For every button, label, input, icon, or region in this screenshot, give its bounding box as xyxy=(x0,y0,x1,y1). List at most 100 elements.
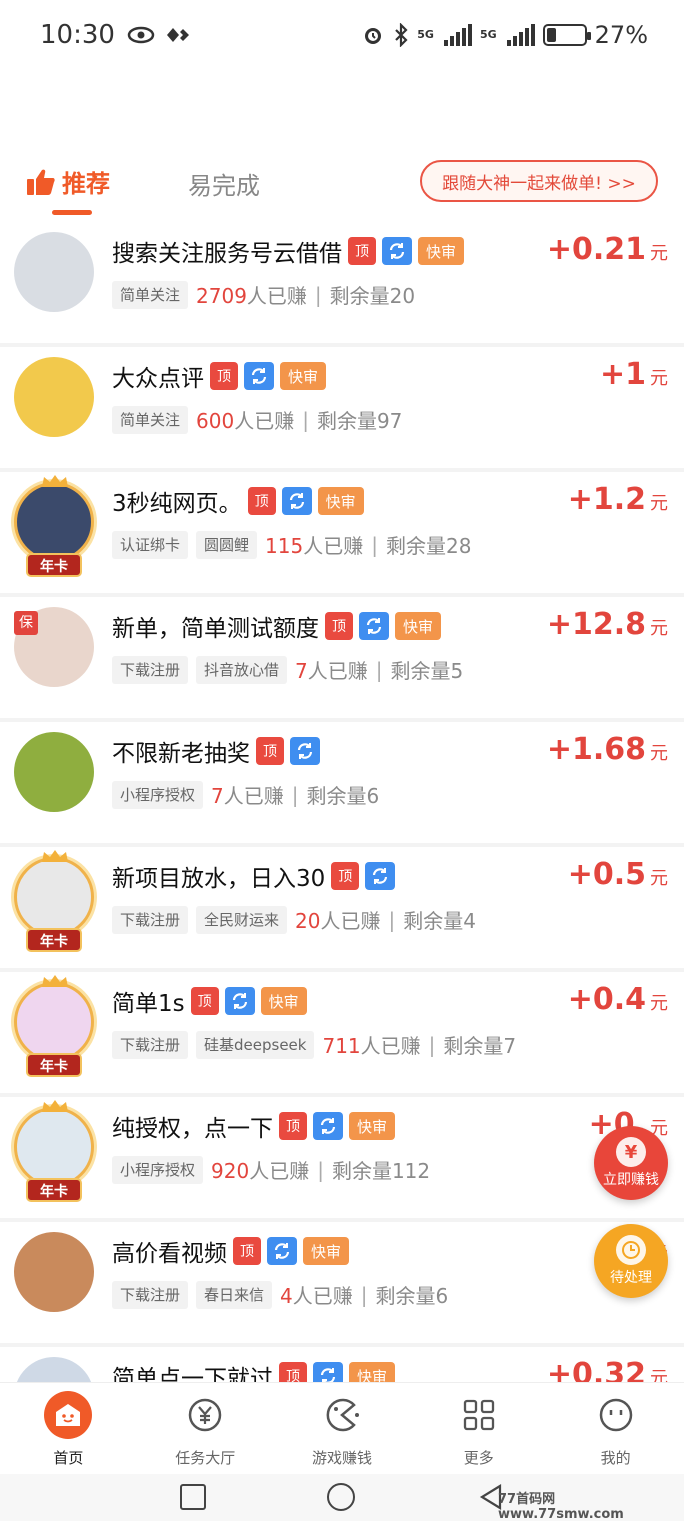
separator: | xyxy=(428,1032,436,1057)
price-value: +0.5 xyxy=(567,857,646,892)
tab-indicator xyxy=(52,210,92,215)
task-tag: 下载注册 xyxy=(112,655,189,684)
task-title: 简单点一下就过 xyxy=(112,1366,273,1382)
task-title: 3秒纯网页。 xyxy=(112,491,242,517)
top-badge: 顶 xyxy=(279,1362,307,1382)
task-title: 大众点评 xyxy=(112,366,204,392)
price-value: +0.32 xyxy=(546,1357,646,1382)
task-price: +0.32 元 xyxy=(547,1357,668,1382)
task-avatar xyxy=(14,1107,94,1187)
earned-number: 4 xyxy=(280,1284,293,1308)
top-badge: 顶 xyxy=(190,987,219,1015)
game-icon xyxy=(318,1391,366,1439)
nav-home[interactable]: 首页 xyxy=(0,1383,137,1474)
eye-icon xyxy=(127,26,155,44)
tab-recommended[interactable]: 推荐 xyxy=(26,164,110,199)
separator: | xyxy=(291,782,299,807)
nav-more-label: 更多 xyxy=(463,1449,494,1467)
earned-suffix: 人已赚 xyxy=(292,1284,353,1308)
task-row[interactable]: 保新单，简单测试额度顶快审 下载注册 抖音放心借 7人已赚 | 剩余量5 +12.8 元 xyxy=(0,597,684,722)
fast-review-badge: 快审 xyxy=(349,1362,396,1382)
task-title-row: 简单1s 顶 快审 xyxy=(112,984,307,1018)
refresh-icon xyxy=(365,862,396,890)
task-row[interactable]: 年卡 纯授权，点一下顶快审 小程序授权 920人已赚 | 剩余量112 +0. 元 xyxy=(0,1097,684,1222)
status-time-group: 10:30 xyxy=(40,20,191,50)
year-card-badge: 年卡 xyxy=(26,553,82,577)
task-row[interactable]: 搜索关注服务号云借借顶快审 简单关注 2709人已赚 | 剩余量20 +0.21 元 xyxy=(0,222,684,347)
task-meta-row: 小程序授权 920人已赚 | 剩余量112 xyxy=(112,1155,430,1184)
earned-suffix: 人已赚 xyxy=(246,284,307,308)
task-meta-row: 小程序授权 7人已赚 | 剩余量6 xyxy=(112,780,379,809)
task-tag: 小程序授权 xyxy=(112,1155,204,1184)
top-badge: 顶 xyxy=(210,362,238,390)
nav-home-label: 首页 xyxy=(53,1449,84,1467)
task-tag: 全民财运来 xyxy=(196,905,288,934)
task-tag: 下载注册 xyxy=(112,1030,189,1059)
task-meta-row: 下载注册 抖音放心借 7人已赚 | 剩余量5 xyxy=(112,655,463,684)
task-title: 搜索关注服务号云借借 xyxy=(112,241,342,267)
task-row[interactable]: 不限新老抽奖顶小程序授权 7人已赚 | 剩余量6 +1.68 元 xyxy=(0,722,684,847)
earned-suffix: 人已赚 xyxy=(234,409,295,433)
price-value: +12.8 xyxy=(546,607,646,642)
task-price: +12.8 元 xyxy=(547,607,668,642)
earned-suffix: 人已赚 xyxy=(360,1034,421,1058)
watermark: 77首码网 www.77smw.com xyxy=(498,1492,624,1522)
task-row[interactable]: 年卡 简单1s 顶快审 下载注册 硅基deepseek 711人已赚 | 剩余量7 +0.4 元 xyxy=(0,972,684,1097)
task-title: 高价看视频 xyxy=(112,1241,227,1267)
price-unit: 元 xyxy=(650,1368,668,1382)
refresh-icon xyxy=(290,737,320,765)
crown-icon xyxy=(42,475,68,487)
earn-now-button[interactable]: ¥ 立即赚钱 xyxy=(594,1126,668,1200)
task-price: +1.68 元 xyxy=(547,732,668,767)
signal-icon-2 xyxy=(506,24,535,46)
status-right-group: 5G 5G 27% xyxy=(361,21,648,49)
earned-count: 20人已赚 xyxy=(295,905,380,934)
earned-number: 600 xyxy=(196,409,235,433)
task-row[interactable]: 年卡 新项目放水，日入30 顶下载注册 全民财运来 20人已赚 | 剩余量4 +0.5 元 xyxy=(0,847,684,972)
fast-review-badge: 快审 xyxy=(317,487,364,515)
task-row[interactable]: 大众点评顶快审 简单关注 600人已赚 | 剩余量97 +1 元 xyxy=(0,347,684,472)
signal-icon xyxy=(443,24,472,46)
task-row[interactable]: 年卡 3秒纯网页。顶快审 认证绑卡 圆圆鲤 115人已赚 | 剩余量28 +1.2 元 xyxy=(0,472,684,597)
recent-apps-button[interactable] xyxy=(180,1484,206,1510)
task-title: 简单1s xyxy=(112,991,185,1017)
separator: | xyxy=(371,532,378,557)
nav-more[interactable]: 更多 xyxy=(410,1383,547,1474)
refresh-icon xyxy=(313,1362,343,1382)
nav-task-hall[interactable]: 任务大厅 xyxy=(137,1383,274,1474)
battery-icon xyxy=(542,24,591,46)
task-title: 不限新老抽奖 xyxy=(112,741,250,767)
remaining-count: 剩余量97 xyxy=(316,409,403,433)
task-title-row: 不限新老抽奖顶 xyxy=(112,734,320,768)
pending-button[interactable]: 待处理 xyxy=(594,1224,668,1298)
price-unit: 元 xyxy=(650,243,668,264)
tab-easy-complete[interactable]: 易完成 xyxy=(188,166,260,201)
earned-number: 711 xyxy=(322,1034,361,1058)
task-row[interactable]: 高价看视频顶快审下载注册春日来信4人已赚|剩余量6+1元 xyxy=(0,1222,684,1347)
task-price: +1.2 元 xyxy=(568,482,668,517)
nav-mine[interactable]: 我的 xyxy=(547,1383,684,1474)
thumbs-up-icon xyxy=(27,169,55,195)
price-unit: 元 xyxy=(650,368,668,389)
task-row[interactable]: 简单点一下就过顶 快审 +0.32 元 xyxy=(0,1347,684,1382)
earn-now-label: 立即赚钱 xyxy=(603,1172,659,1188)
task-meta-row: 认证绑卡 圆圆鲤 115人已赚 | 剩余量28 xyxy=(112,530,471,559)
earned-suffix: 人已赚 xyxy=(303,534,364,558)
follow-master-button[interactable]: 跟随大神一起来做单! >> xyxy=(420,160,658,202)
separator: | xyxy=(375,657,383,682)
tab-recommended-label: 推荐 xyxy=(62,170,110,198)
task-avatar xyxy=(14,232,94,312)
nav-game-earn[interactable]: 游戏赚钱 xyxy=(274,1383,411,1474)
grid-icon xyxy=(455,1391,503,1439)
diamond-icon xyxy=(166,28,189,42)
refresh-icon xyxy=(359,612,389,640)
task-avatar xyxy=(14,982,94,1062)
price-value: +1 xyxy=(599,357,646,392)
top-badge: 顶 xyxy=(233,1237,261,1265)
home-system-button[interactable] xyxy=(327,1483,355,1511)
task-tag: 认证绑卡 xyxy=(112,530,189,559)
year-card-badge: 年卡 xyxy=(26,1178,82,1202)
refresh-icon xyxy=(267,1237,297,1265)
task-price: +1元 xyxy=(600,357,668,392)
task-title-row: 大众点评顶 快审 xyxy=(112,359,327,393)
